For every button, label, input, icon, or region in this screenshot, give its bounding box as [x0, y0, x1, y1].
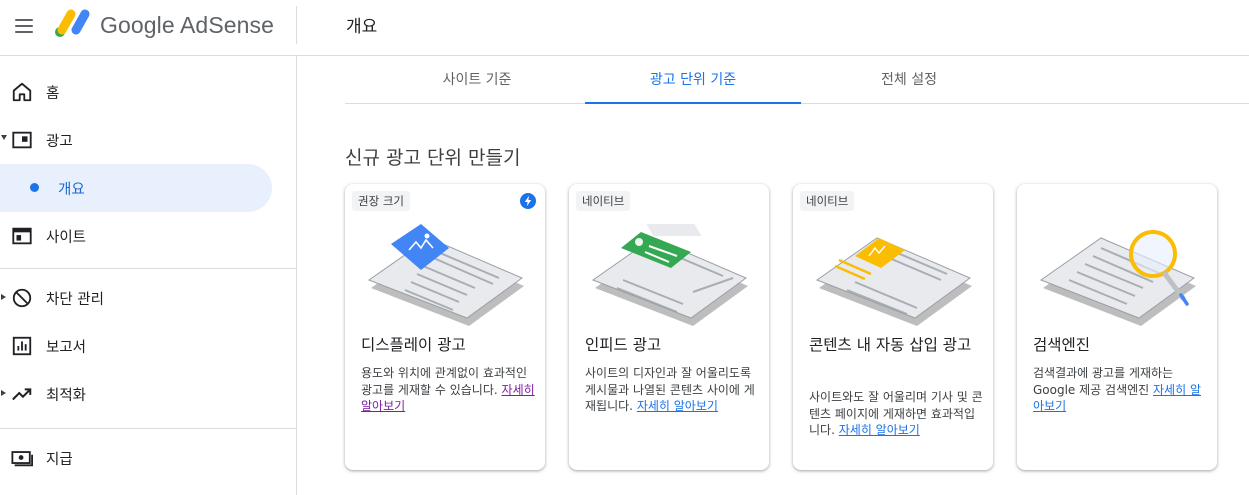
lightning-bolt-icon [520, 193, 536, 209]
native-chip: 네이티브 [576, 191, 631, 211]
expand-caret-icon[interactable] [1, 294, 6, 300]
recommended-size-chip: 권장 크기 [352, 191, 410, 211]
sidebar-item-label: 최적화 [46, 388, 87, 404]
sidebar-item-home[interactable]: 홈 [0, 68, 296, 116]
sites-icon [12, 227, 32, 245]
sidebar-item-label: 지급 [46, 452, 73, 468]
sidebar-item-label: 사이트 [46, 230, 87, 246]
tab-by-site[interactable]: 사이트 기준 [345, 56, 609, 104]
payments-icon [11, 451, 33, 467]
reports-icon [12, 336, 32, 356]
sidebar-item-label: 차단 관리 [46, 292, 104, 308]
sidebar-item-ads[interactable]: 광고 [0, 116, 296, 164]
tab-global-settings[interactable]: 전체 설정 [801, 56, 1017, 104]
sidebar-divider [0, 268, 296, 269]
card-in-feed-ads[interactable]: 네이티브 인피드 광고 사이트의 디자인과 잘 어울리도록 게시물과 나열된 콘… [569, 184, 769, 470]
learn-more-link[interactable]: 자세히 알아보기 [637, 399, 718, 413]
card-description: 사이트의 디자인과 잘 어울리도록 게시물과 나열된 콘텐츠 사이에 게재됩니다… [585, 365, 759, 415]
sidebar-item-label: 광고 [46, 134, 73, 150]
sidebar-item-overview[interactable]: 개요 [0, 164, 272, 212]
phone-display-ad-illustration [367, 224, 524, 326]
card-description: 용도와 위치에 관계없이 효과적인 광고를 게재할 수 있습니다. 자세히 알아… [361, 365, 535, 415]
adsense-logo-icon[interactable] [54, 8, 92, 38]
card-title: 콘텐츠 내 자동 삽입 광고 [809, 336, 972, 354]
learn-more-link[interactable]: 자세히 알아보기 [839, 423, 920, 437]
sidebar-item-label: 개요 [58, 182, 85, 198]
tab-bar: 사이트 기준 광고 단위 기준 전체 설정 [345, 56, 1249, 104]
card-title: 디스플레이 광고 [361, 336, 466, 354]
sidebar-item-label: 홈 [46, 86, 60, 102]
native-chip: 네이티브 [800, 191, 855, 211]
top-app-bar: Google AdSense 개요 [0, 0, 1249, 56]
card-search-engine[interactable]: 검색엔진 검색결과에 광고를 게재하는 Google 제공 검색엔진 자세히 알… [1017, 184, 1217, 470]
expand-caret-icon[interactable] [1, 390, 6, 396]
card-in-article-ads[interactable]: 네이티브 콘텐츠 내 자동 삽입 광고 사이트와도 잘 어울리며 기사 및 콘텐… [793, 184, 993, 470]
card-description: 사이트와도 잘 어울리며 기사 및 콘텐츠 페이지에 게재하면 효과적입니다. … [809, 389, 983, 439]
card-title: 검색엔진 [1033, 336, 1091, 354]
ads-icon [12, 131, 32, 149]
tab-by-ad-unit[interactable]: 광고 단위 기준 [585, 56, 801, 104]
block-icon [12, 288, 32, 308]
home-icon [12, 82, 32, 102]
menu-icon[interactable] [12, 14, 36, 38]
sidebar-nav: 홈 광고 개요 사이트 차단 관리 보고서 최적화 지급 [0, 56, 297, 495]
card-description: 검색결과에 광고를 게재하는 Google 제공 검색엔진 자세히 알아보기 [1033, 365, 1207, 415]
sidebar-item-optimization[interactable]: 최적화 [0, 370, 296, 418]
sidebar-item-label: 보고서 [46, 340, 87, 356]
card-display-ads[interactable]: 권장 크기 디스플레이 광고 용도와 위치에 관계없이 효과적인 광고를 게재할… [345, 184, 545, 470]
phone-search-illustration [1039, 230, 1196, 326]
sidebar-item-blocking-controls[interactable]: 차단 관리 [0, 274, 296, 322]
section-title: 신규 광고 단위 만들기 [345, 147, 521, 169]
phone-in-feed-ad-illustration [591, 224, 748, 326]
phone-in-article-ad-illustration [815, 237, 972, 326]
optimization-icon [12, 388, 32, 401]
header-divider [296, 6, 297, 44]
card-title: 인피드 광고 [585, 336, 662, 354]
expand-caret-icon[interactable] [1, 135, 7, 140]
tab-active-indicator [585, 102, 801, 104]
sidebar-divider [0, 428, 296, 429]
sidebar-item-sites[interactable]: 사이트 [0, 212, 296, 260]
dot-icon [30, 183, 39, 192]
page-title: 개요 [346, 17, 378, 37]
brand-name: Google AdSense [100, 12, 275, 38]
sidebar-item-reports[interactable]: 보고서 [0, 322, 296, 370]
sidebar-item-payments[interactable]: 지급 [0, 434, 296, 482]
